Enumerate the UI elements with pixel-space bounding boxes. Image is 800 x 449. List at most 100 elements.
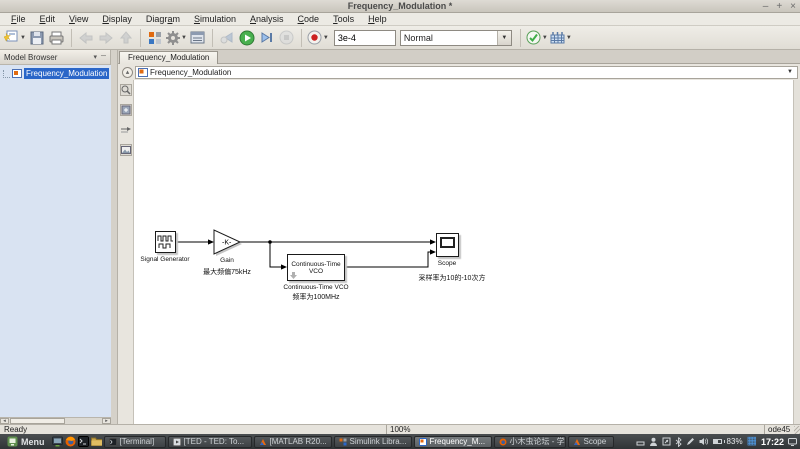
tab-frequency-modulation[interactable]: Frequency_Modulation (119, 51, 219, 64)
build-button[interactable]: ▼ (549, 28, 573, 48)
battery-indicator[interactable]: 83% (712, 437, 743, 446)
menu-tools[interactable]: Tools (326, 14, 361, 24)
scope-block[interactable] (436, 233, 459, 257)
vco-label: Continuous-Time VCO (283, 284, 349, 291)
square-wave-icon (157, 235, 173, 249)
taskbar: Menu [Terminal] [TED - TED: To... [MATLA… (0, 434, 800, 449)
clipboard-icon[interactable] (662, 437, 671, 446)
step-forward-button[interactable] (257, 28, 277, 48)
up-arrow-icon (119, 31, 132, 44)
breadcrumb-up-icon[interactable]: ▴ (122, 66, 133, 78)
title-bar: Frequency_Modulation * – + × (0, 0, 800, 13)
menu-code[interactable]: Code (291, 14, 327, 24)
run-button[interactable] (237, 28, 257, 48)
display-icon[interactable] (788, 437, 797, 446)
fit-to-view-button[interactable] (119, 104, 132, 116)
taskbar-window-firefox[interactable]: 小木虫论坛 - 学... (493, 435, 566, 448)
user-icon[interactable] (649, 437, 658, 446)
file-manager-icon[interactable] (51, 436, 63, 447)
model-browser-header: Model Browser ▾ ─ (0, 50, 110, 65)
simulation-mode-select[interactable]: Normal ▼ (399, 29, 512, 46)
model-advisor-caret-icon: ▼ (541, 34, 548, 41)
minimize-icon[interactable]: – (763, 1, 769, 12)
terminal-icon[interactable] (77, 436, 89, 447)
window-tray-icon[interactable] (636, 437, 645, 446)
gain-annotation: 最大频偏75kHz (203, 269, 251, 276)
editor-area: Frequency_Modulation ▴ Frequency_Modulat… (118, 50, 800, 424)
save-button[interactable] (27, 28, 47, 48)
vco-block[interactable]: Continuous-Time VCO (287, 254, 345, 281)
matlab-icon (259, 438, 266, 445)
menu-button[interactable]: Menu (2, 435, 50, 448)
build-caret-icon: ▼ (565, 34, 572, 41)
annotation-button[interactable] (119, 144, 132, 156)
model-advisor-button[interactable]: ▼ (525, 28, 549, 48)
browser-collapse-icon[interactable]: ─ (101, 53, 106, 61)
menu-file[interactable]: File (4, 14, 33, 24)
simulink-icon (339, 438, 346, 445)
scope-label: Scope (437, 260, 457, 267)
library-browser-button[interactable] (145, 28, 165, 48)
browser-horizontal-scrollbar[interactable]: ◂ ▸ (0, 417, 111, 424)
model-browser-panel: Model Browser ▾ ─ Frequency_Modulation ◂… (0, 50, 111, 424)
volume-icon[interactable] (699, 437, 709, 446)
zoom-button[interactable] (119, 84, 132, 96)
gain-label: Gain (220, 257, 234, 264)
taskbar-window-scope[interactable]: Scope (567, 435, 614, 448)
stop-button[interactable] (277, 28, 297, 48)
new-model-button[interactable]: ▼ (3, 28, 27, 48)
maximize-icon[interactable]: + (776, 1, 782, 12)
folder-icon[interactable] (90, 436, 102, 447)
step-forward-icon (261, 32, 273, 43)
up-to-parent-button[interactable] (116, 28, 136, 48)
taskbar-window-frequency-modulation[interactable]: Frequency_M... (413, 435, 492, 448)
tree-item-frequency-modulation[interactable]: Frequency_Modulation (0, 68, 111, 79)
menu-simulation[interactable]: Simulation (187, 14, 243, 24)
build-icon (550, 32, 565, 44)
diagram-canvas[interactable]: -K- Signal Generator Gain 最大频偏75kHz Cont… (134, 80, 793, 424)
menu-view[interactable]: View (62, 14, 95, 24)
signal-generator-block[interactable] (155, 231, 176, 253)
fit-view-icon (121, 105, 130, 115)
sample-time-button[interactable] (120, 124, 132, 136)
model-settings-button[interactable]: ▼ (165, 28, 188, 48)
print-icon (49, 31, 64, 44)
menu-analysis[interactable]: Analysis (243, 14, 291, 24)
taskbar-window-ted[interactable]: [TED - TED: To... (167, 435, 252, 448)
step-back-button[interactable] (217, 28, 237, 48)
menu-help[interactable]: Help (361, 14, 394, 24)
new-model-icon (4, 30, 18, 42)
breadcrumb-bar: ▴ Frequency_Modulation ▼ (118, 64, 800, 80)
edit-pencil-icon[interactable] (686, 437, 695, 446)
record-icon (307, 30, 322, 45)
scope-annotation: 采样率为10的-10次方 (418, 275, 486, 282)
simulation-mode-caret-icon: ▼ (496, 30, 511, 45)
bluetooth-icon[interactable] (675, 436, 682, 447)
back-button[interactable] (76, 28, 96, 48)
forward-button[interactable] (96, 28, 116, 48)
taskbar-window-terminal[interactable]: [Terminal] (103, 435, 166, 448)
menu-edit[interactable]: Edit (33, 14, 63, 24)
simulation-mode-value: Normal (403, 32, 433, 43)
browser-menu-icon[interactable]: ▾ (94, 53, 98, 61)
record-button[interactable]: ▼ (306, 28, 330, 48)
menu-diagram[interactable]: Diagram (139, 14, 187, 24)
manage-configurations-button[interactable] (188, 28, 208, 48)
breadcrumb-caret-icon[interactable]: ▼ (787, 69, 795, 75)
status-bar: Ready 100% ode45 (0, 424, 800, 434)
breadcrumb-field[interactable]: Frequency_Modulation ▼ (135, 65, 798, 79)
simulation-stop-time-input[interactable] (333, 29, 396, 46)
tree-item-label: Frequency_Modulation (24, 68, 110, 79)
panel-splitter[interactable] (111, 50, 118, 424)
signal-generator-label: Signal Generator (140, 256, 190, 263)
resize-grip[interactable] (794, 426, 800, 434)
taskbar-window-simulink-library[interactable]: Simulink Libra... (333, 435, 412, 448)
menu-display[interactable]: Display (95, 14, 139, 24)
toolbar-separator (300, 28, 302, 47)
print-button[interactable] (47, 28, 67, 48)
close-icon[interactable]: × (790, 1, 796, 12)
canvas-right-strip (793, 80, 800, 424)
workspace-grid-icon[interactable]: ▦ (747, 436, 757, 447)
firefox-icon[interactable] (65, 436, 76, 447)
taskbar-window-matlab[interactable]: [MATLAB R20... (253, 435, 332, 448)
